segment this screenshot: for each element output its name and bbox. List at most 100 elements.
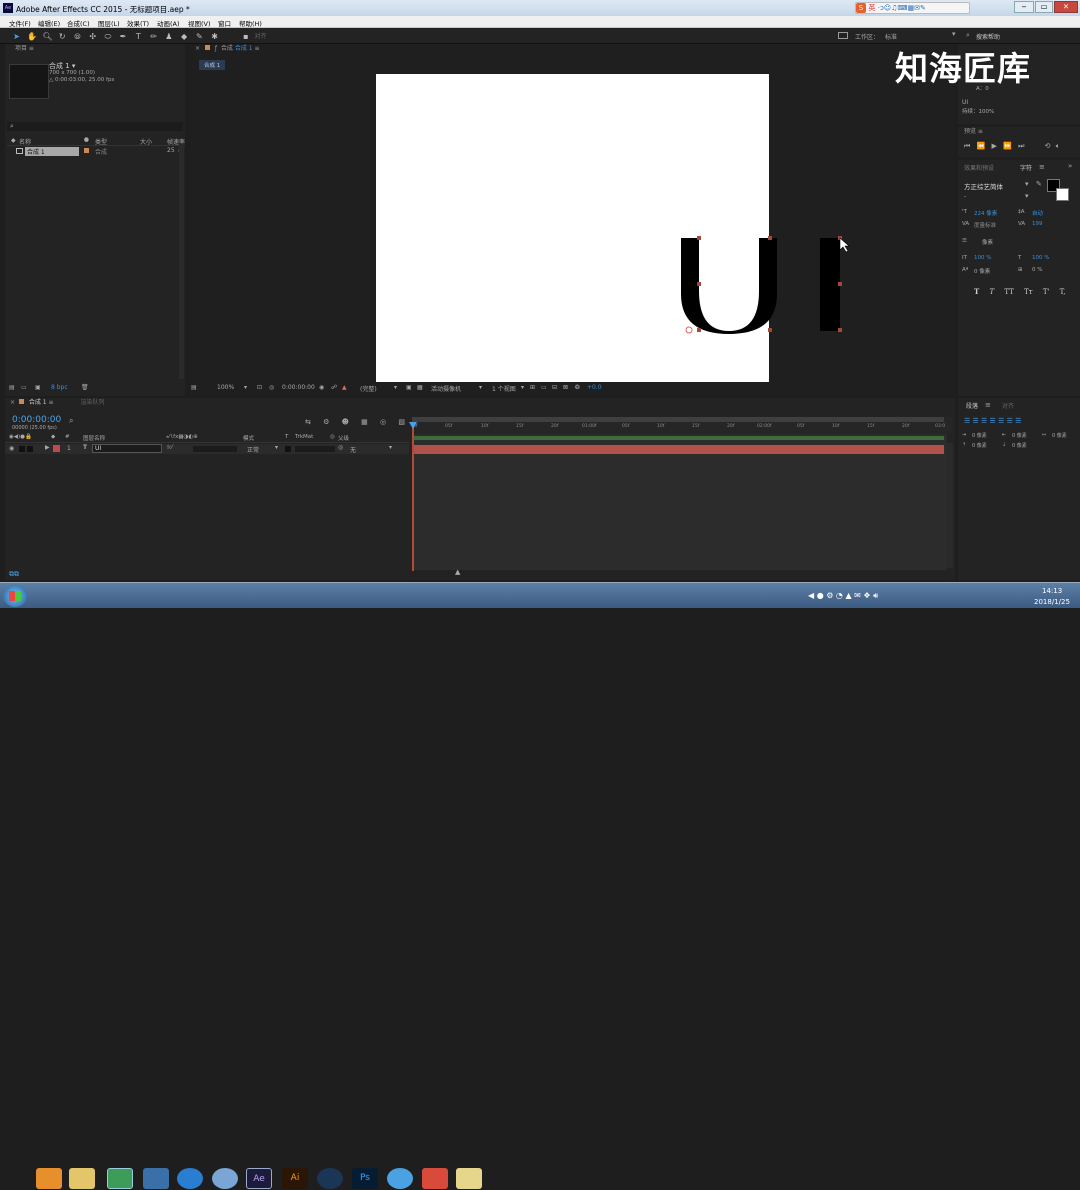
play-icon[interactable]: ▶ (992, 142, 997, 150)
lock-icon[interactable]: ƒ (215, 45, 217, 52)
xmind-icon[interactable] (422, 1168, 448, 1189)
visibility-eye-icon[interactable]: ◉ (9, 445, 14, 452)
time-ruler[interactable]: 0f 05f 10f 15f 20f 01:00f 05f 10f 15f 20… (412, 417, 952, 433)
effects-presets-tab[interactable]: 效果和预设 (964, 163, 994, 172)
horizontal-scale-value[interactable]: 100 % (1032, 255, 1049, 261)
draft-3d-icon[interactable]: ⚙ (323, 418, 329, 426)
next-frame-icon[interactable]: ⏩ (1003, 142, 1012, 150)
project-item-row[interactable]: 合成 1 合成 25 ⁂ (7, 147, 184, 156)
space-after-value[interactable]: 0 像素 (1012, 442, 1027, 449)
chevron-down-icon[interactable]: ▾ (244, 384, 247, 391)
motion-blur-icon[interactable]: ◎ (380, 418, 386, 426)
after-effects-icon[interactable]: Ae (246, 1168, 272, 1189)
exposure-value[interactable]: +0.0 (587, 384, 602, 391)
snap-checkbox-icon[interactable]: ▪ (241, 32, 250, 41)
prev-frame-icon[interactable]: ⏪ (977, 142, 986, 150)
media-player-icon[interactable] (36, 1168, 62, 1189)
character-tab[interactable]: 字符 (1020, 163, 1032, 172)
col-trkmat[interactable]: TrkMat (295, 434, 313, 440)
col-layer-name[interactable]: 图层名称 (83, 434, 105, 442)
clock-time[interactable]: 14:13 (1042, 587, 1062, 595)
trkmat-select[interactable] (295, 446, 335, 452)
leading-value[interactable]: 自动 (1032, 209, 1043, 217)
timeline-tab-label[interactable]: 合成 1 (29, 399, 47, 406)
column-name[interactable]: 名称 (19, 137, 31, 146)
zoom-tool-icon[interactable]: 🔍︎ (42, 32, 52, 41)
menu-window[interactable]: 窗口 (218, 18, 231, 28)
trkmat-box[interactable] (285, 446, 291, 452)
photoshop-icon[interactable]: Ps (352, 1168, 378, 1189)
cinema4d-icon[interactable] (317, 1168, 343, 1189)
solo-switch-box[interactable] (19, 446, 25, 452)
layer-switch-icons[interactable]: ☼⁄ (166, 444, 172, 451)
layer-row[interactable]: ◉ ▶ 1 T UI ☼⁄ 正常 ▾ ◎ 无 ▾ (5, 444, 409, 454)
close-tab-icon[interactable]: × (195, 45, 200, 52)
layer-parent-select[interactable]: 无 (350, 445, 356, 454)
font-style-select[interactable]: - (964, 193, 966, 200)
resolution-select[interactable]: (完整) (360, 384, 377, 393)
layer-switch-boxes[interactable] (193, 446, 237, 452)
screen-recorder-icon[interactable] (456, 1168, 482, 1189)
qq-browser-icon[interactable] (387, 1168, 413, 1189)
baidu-cloud-icon[interactable] (143, 1168, 169, 1189)
baseline-shift-value[interactable]: 0 像素 (974, 267, 990, 275)
indent-first-value[interactable]: 0 像素 (1052, 432, 1067, 439)
panel-menu-icon[interactable]: ≡ (1039, 163, 1045, 171)
eraser-tool-icon[interactable]: ◆ (180, 32, 189, 41)
project-tab[interactable]: 项目 ≡ (5, 44, 185, 54)
small-caps-button[interactable]: Tт (1024, 288, 1033, 296)
ime-language-label[interactable]: 英 (868, 4, 875, 12)
pan-behind-tool-icon[interactable]: ✣ (88, 32, 97, 41)
chevron-down-icon[interactable]: ▾ (389, 444, 392, 451)
menu-help[interactable]: 帮助(H) (239, 18, 262, 28)
menu-view[interactable]: 视图(V) (188, 18, 211, 28)
chevron-down-icon[interactable]: ▾ (952, 30, 956, 38)
stroke-width-value[interactable]: 像素 (982, 238, 993, 246)
tsume-value[interactable]: 0 % (1032, 267, 1042, 273)
justify-center-icon[interactable]: ☰ (998, 417, 1004, 425)
chevron-down-icon[interactable]: ▾ (479, 384, 482, 391)
col-mode[interactable]: 模式 (243, 434, 254, 442)
panel-menu-icon[interactable]: ≡ (985, 401, 991, 409)
chevron-down-icon[interactable]: ▾ (1025, 192, 1029, 200)
eyedropper-icon[interactable]: ✎ (1036, 180, 1042, 188)
search-icon[interactable]: ⌕ (69, 416, 73, 426)
column-size[interactable]: 大小 (140, 137, 152, 146)
shape-tool-icon[interactable]: ⬭ (103, 32, 112, 41)
show-snapshot-icon[interactable]: ☍ (331, 384, 337, 391)
vertical-scale-value[interactable]: 100 % (974, 255, 991, 261)
project-scrollbar[interactable] (179, 144, 184, 379)
channel-icon[interactable]: ▲ (342, 384, 347, 391)
audio-icon[interactable]: 🔈︎ (1056, 142, 1060, 150)
camera-icon[interactable]: ◉ (319, 384, 324, 391)
file-explorer-icon[interactable] (69, 1168, 95, 1189)
last-frame-icon[interactable]: ⏭ (1018, 142, 1024, 150)
chevron-down-icon[interactable]: ▾ (394, 384, 397, 391)
layer-duration-bar[interactable] (412, 445, 944, 454)
timeline-link-icon[interactable]: ⊟ (552, 384, 557, 391)
fast-preview-icon[interactable]: ▭ (541, 384, 547, 391)
hand-tool-icon[interactable]: ✋ (27, 32, 37, 41)
bpc-label[interactable]: 8 bpc (51, 384, 68, 391)
interpret-footage-icon[interactable]: ▤ (9, 384, 15, 391)
region-of-interest-icon[interactable]: ▣ (406, 384, 412, 391)
ime-toolbar[interactable]: S 英 ·ↄ☺♫⌨▦✉✎ (855, 2, 970, 14)
chevron-down-icon[interactable]: ▾ (521, 384, 524, 391)
space-before-value[interactable]: 0 像素 (972, 442, 987, 449)
type-tool-icon[interactable]: T (134, 32, 143, 41)
paragraph-tab[interactable]: 段落 (966, 401, 978, 410)
brush-tool-icon[interactable]: ✏ (149, 32, 158, 41)
kerning-value[interactable]: 度量标准 (974, 221, 996, 229)
toggle-pixel-aspect-icon[interactable]: ⊞ (530, 384, 535, 391)
menu-file[interactable]: 文件(F) (9, 18, 31, 28)
faux-bold-button[interactable]: T (974, 287, 979, 296)
preview-tab[interactable]: 预览 ≡ (958, 127, 1080, 137)
reset-exposure-icon[interactable]: ❂ (575, 384, 580, 391)
column-type[interactable]: 类型 (95, 137, 107, 146)
lock-switch-box[interactable] (27, 446, 33, 452)
search-help-input[interactable]: 搜索帮助 (976, 32, 1000, 41)
workspace-select[interactable]: 标准 (885, 32, 955, 41)
chevron-down-icon[interactable]: ▾ (275, 444, 278, 451)
trash-icon[interactable]: 🗑︎ (81, 384, 89, 391)
current-time-indicator[interactable] (412, 424, 414, 572)
